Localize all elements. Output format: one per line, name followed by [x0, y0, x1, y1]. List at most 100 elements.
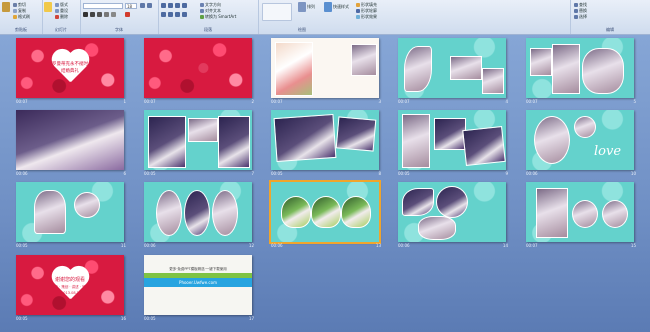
smartart-button[interactable]: 转换为 SmartArt	[200, 14, 236, 19]
slide-thumbnail[interactable]	[144, 182, 252, 242]
delete-button[interactable]: 删除	[55, 14, 68, 19]
strikethrough-icon[interactable]	[104, 12, 109, 17]
slide-number: 1	[123, 99, 126, 104]
bride-photo	[311, 196, 341, 228]
font-name-field[interactable]	[83, 3, 123, 9]
italic-icon[interactable]	[90, 12, 95, 17]
shape-effects-button[interactable]: 形状效果	[356, 14, 377, 19]
bullets-icon[interactable]	[161, 3, 166, 8]
align-left-icon[interactable]	[161, 12, 166, 17]
align-center-icon[interactable]	[168, 12, 173, 17]
couple-photo	[148, 116, 186, 168]
portrait-photo	[574, 116, 596, 138]
slide-number: 6	[123, 171, 126, 176]
bouquet-photo	[275, 42, 313, 96]
slide-thumbnail[interactable]	[271, 38, 379, 98]
increase-indent-icon[interactable]	[182, 3, 187, 8]
slide-title: 谢谢您的观看	[54, 277, 85, 283]
love-caption: love	[594, 144, 622, 159]
find-button[interactable]: 查找	[574, 2, 587, 7]
slide-number: 10	[630, 171, 636, 176]
slide-number: 14	[502, 243, 508, 248]
shadow-icon[interactable]	[111, 12, 116, 17]
slide-thumbnail[interactable]: 谢谢您的观看 执行 · 策划 · 讲述 · 完成 2013.08.1	[16, 255, 124, 315]
slide-thumbnail[interactable]: 更多·免费PPT模板精选·一键下载使用 Phooer.Uwfwe.com	[144, 255, 252, 315]
shrink-font-icon[interactable]	[147, 3, 152, 8]
bride-photo	[552, 44, 580, 94]
slide-thumbnail[interactable]	[526, 38, 634, 98]
find-icon	[574, 3, 578, 7]
layout-button[interactable]: 版式	[55, 2, 68, 7]
paste-button[interactable]	[2, 2, 11, 12]
slide-thumbnail[interactable]: 罗曼蒂克永不褪时 结婚典礼	[16, 38, 124, 98]
align-right-icon[interactable]	[175, 12, 180, 17]
slide-number: 7	[251, 171, 254, 176]
slide-thumbnail[interactable]	[398, 38, 506, 98]
clipboard-group-label: 剪贴板	[15, 27, 27, 32]
paragraph-group: 文字方向 对齐文本 转换为 SmartArt 段落	[158, 0, 259, 34]
couple-photo	[184, 190, 210, 236]
slides-group: 版式 重设 删除 幻灯片	[42, 0, 81, 34]
text-direction-button[interactable]: 文字方向	[200, 2, 221, 7]
shape-fill-button[interactable]: 形状填充	[356, 2, 377, 7]
couple-photo	[281, 196, 311, 228]
editing-group-label: 编辑	[606, 27, 614, 32]
delete-icon	[55, 15, 59, 19]
format-painter-button[interactable]: 格式刷	[13, 14, 30, 19]
slide-thumbnail[interactable]	[526, 182, 634, 242]
reset-icon	[55, 9, 59, 13]
editing-group: 查找 替换 选择 编辑	[570, 0, 650, 34]
align-text-button[interactable]: 对齐文本	[200, 8, 221, 13]
bride-photo	[434, 118, 466, 150]
slide-thumbnail-selected[interactable]	[269, 180, 381, 244]
select-button[interactable]: 选择	[574, 14, 587, 19]
fill-icon	[356, 3, 360, 7]
font-color-icon[interactable]	[125, 12, 130, 17]
drawing-group: 排列 快速样式 形状填充 形状轮廓 形状效果 绘图	[258, 0, 571, 34]
slide-thumbnail[interactable]	[16, 182, 124, 242]
bride-photo	[402, 114, 430, 168]
bride-photo	[404, 46, 432, 92]
cut-button[interactable]: 剪切	[13, 2, 26, 7]
replace-button[interactable]: 替换	[574, 8, 587, 13]
couple-photo	[462, 126, 506, 166]
bride-photo	[582, 48, 624, 94]
bride-photo	[34, 190, 66, 234]
decrease-indent-icon[interactable]	[175, 3, 180, 8]
shapes-gallery[interactable]	[262, 3, 292, 21]
copy-button[interactable]: 复制	[13, 8, 26, 13]
clipboard-group: 剪切 复制 格式刷 剪贴板	[0, 0, 43, 34]
quick-styles-button[interactable]: 快速样式	[324, 2, 349, 12]
font-size-field[interactable]: 18	[125, 3, 137, 9]
slide-thumbnail[interactable]: love	[526, 110, 634, 170]
slide-thumbnail[interactable]	[16, 110, 124, 170]
slide-time: 00:05	[144, 171, 156, 176]
numbering-icon[interactable]	[168, 3, 173, 8]
slide-number: 8	[378, 171, 381, 176]
portrait-photo	[572, 200, 598, 228]
slide-time: 00:07	[144, 99, 156, 104]
new-slide-button[interactable]	[44, 2, 53, 12]
slide-thumbnail[interactable]	[144, 110, 252, 170]
bold-icon[interactable]	[83, 12, 88, 17]
slide-time: 00:06	[16, 171, 28, 176]
slide-number: 11	[120, 243, 126, 248]
slide-number: 12	[248, 243, 254, 248]
layout-icon	[55, 3, 59, 7]
slide-thumbnail[interactable]	[398, 182, 506, 242]
font-group: 18 字体	[80, 0, 159, 34]
underline-icon[interactable]	[97, 12, 102, 17]
bride-photo	[335, 116, 377, 152]
justify-icon[interactable]	[182, 12, 187, 17]
bride-photo	[536, 188, 568, 238]
reset-button[interactable]: 重设	[55, 8, 68, 13]
arrange-button[interactable]: 排列	[298, 2, 315, 12]
slide-thumbnail[interactable]	[398, 110, 506, 170]
slide-thumbnail[interactable]	[271, 110, 379, 170]
slide-line1: 更多·免费PPT模板精选·一键下载使用	[169, 267, 227, 271]
shape-outline-button[interactable]: 形状轮廓	[356, 8, 377, 13]
grow-font-icon[interactable]	[140, 3, 145, 8]
slide-thumbnail[interactable]	[144, 38, 252, 98]
couple-photo	[402, 188, 434, 216]
bride-photo	[218, 116, 250, 168]
